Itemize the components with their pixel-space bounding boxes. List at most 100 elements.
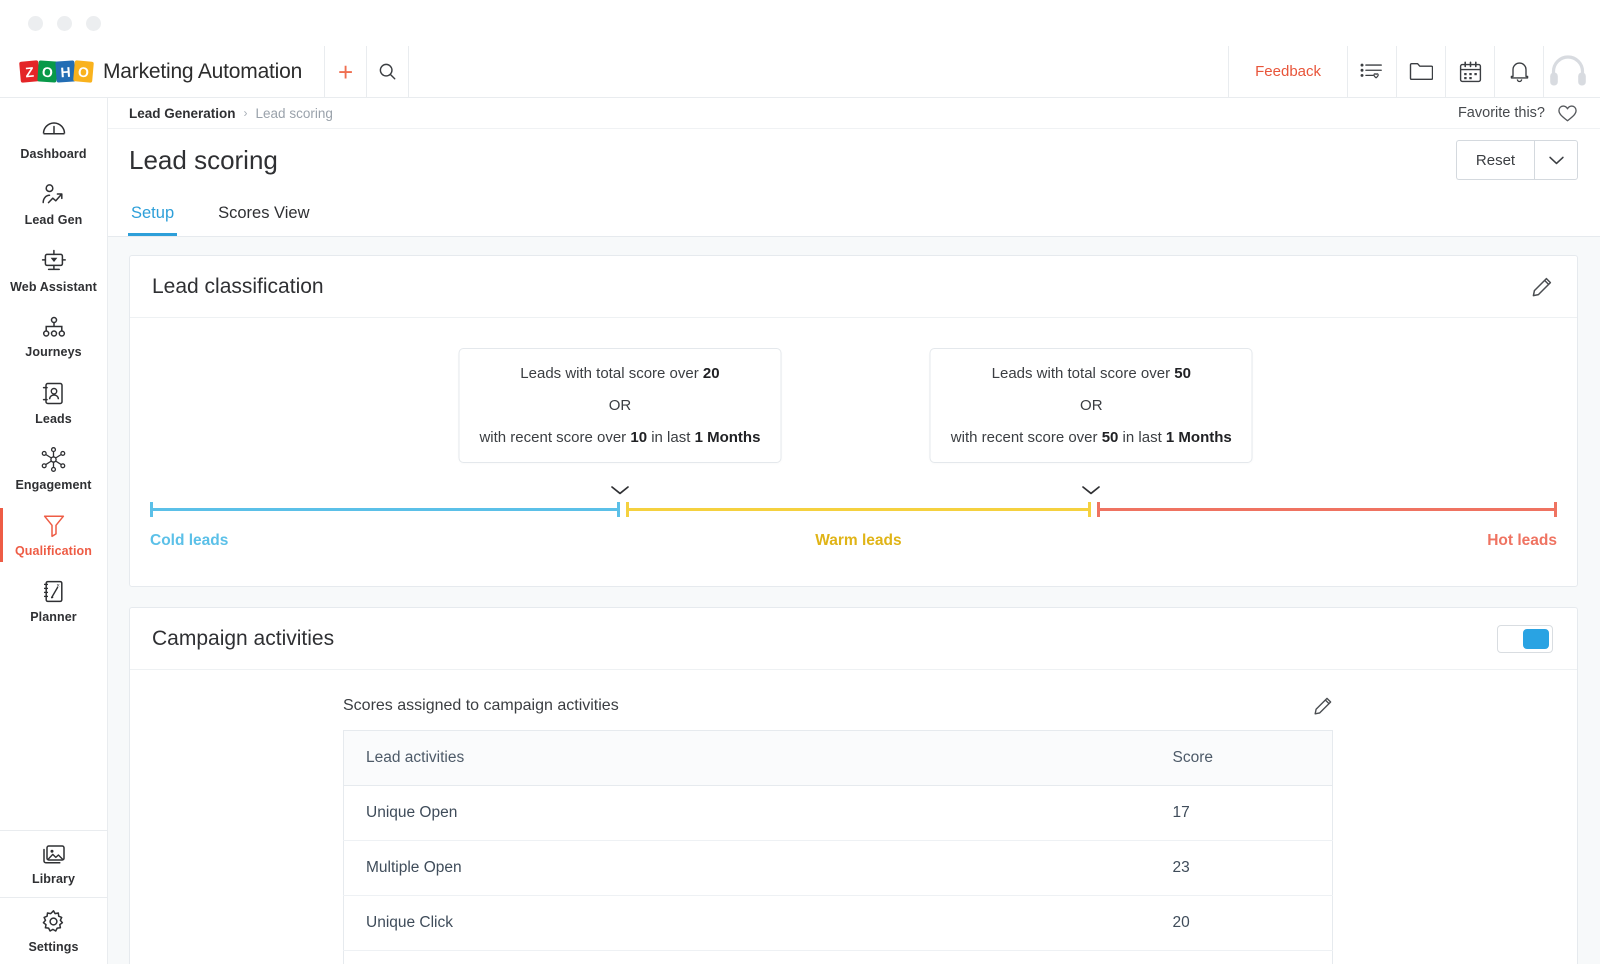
sidebar-item-journeys[interactable]: Journeys: [0, 304, 107, 370]
table-row[interactable]: Multiple Click25: [344, 951, 1333, 964]
sidebar-item-web-assistant[interactable]: Web Assistant: [0, 238, 107, 304]
sidebar-item-dashboard[interactable]: Dashboard: [0, 106, 107, 172]
headset-avatar-icon: [1548, 55, 1588, 89]
notifications-button[interactable]: [1495, 46, 1543, 98]
scale-segment-cold[interactable]: [150, 508, 620, 511]
gauge-icon: [41, 117, 67, 141]
campaign-activities-title: Campaign activities: [152, 627, 334, 651]
sidebar-primary-items: Dashboard Lead Gen: [0, 98, 107, 634]
reset-dropdown-button[interactable]: [1534, 140, 1578, 180]
sidebar-item-lead-gen[interactable]: Lead Gen: [0, 172, 107, 238]
tab-setup[interactable]: Setup: [129, 191, 176, 236]
window-close-dot[interactable]: [28, 16, 43, 31]
column-header-score: Score: [1151, 731, 1333, 786]
brand[interactable]: Z O H O Marketing Automation: [0, 60, 302, 84]
scores-subtitle: Scores assigned to campaign activities: [343, 697, 619, 715]
scale-labels: Cold leads Warm leads Hot leads: [150, 532, 1557, 554]
product-name: Marketing Automation: [103, 60, 302, 84]
bubble-line-total: Leads with total score over 50: [992, 365, 1191, 382]
edit-campaign-scores-button[interactable]: [1313, 696, 1333, 716]
cell-activity: Multiple Open: [344, 841, 1151, 896]
network-node-icon: [40, 447, 67, 472]
sidebar-item-planner[interactable]: × Planner: [0, 568, 107, 634]
tabs: Setup Scores View: [108, 191, 1600, 237]
search-button[interactable]: [367, 46, 408, 98]
pencil-icon: [1531, 276, 1553, 298]
folder-icon: [1409, 61, 1433, 82]
contact-card-icon: [42, 381, 66, 406]
scale-label-hot: Hot leads: [1487, 532, 1557, 550]
bubble-line-or: OR: [609, 397, 632, 414]
header-actions: Feedback: [1228, 46, 1600, 98]
sidebar-label: Settings: [28, 940, 78, 954]
cell-activity: Unique Open: [344, 786, 1151, 841]
saved-lists-button[interactable]: [1348, 46, 1396, 98]
tab-scores-view[interactable]: Scores View: [216, 191, 311, 236]
user-avatar-button[interactable]: [1544, 46, 1600, 98]
pencil-icon: [1313, 696, 1333, 716]
app-header: Z O H O Marketing Automation + Feedback: [0, 46, 1600, 98]
cell-activity: Multiple Click: [344, 951, 1151, 964]
threshold-bubbles: Leads with total score over 20 OR with r…: [150, 348, 1557, 480]
body: Dashboard Lead Gen: [0, 98, 1600, 964]
table-head: Lead activities Score: [344, 731, 1333, 786]
sidebar-label: Web Assistant: [10, 280, 97, 294]
breadcrumb: Lead Generation › Lead scoring Favorite …: [108, 98, 1600, 129]
plus-icon: +: [338, 59, 353, 85]
images-icon: [41, 843, 67, 866]
feedback-button[interactable]: Feedback: [1229, 46, 1347, 98]
threshold-bubble-warm[interactable]: Leads with total score over 20 OR with r…: [458, 348, 781, 463]
campaign-activities-body: Scores assigned to campaign activities L…: [130, 670, 1577, 964]
sidebar-item-engagement[interactable]: Engagement: [0, 436, 107, 502]
gear-icon: [41, 909, 66, 934]
funnel-icon: [42, 513, 66, 538]
table-row[interactable]: Multiple Open23: [344, 841, 1333, 896]
bubble-line-total: Leads with total score over 20: [520, 365, 719, 382]
scroll-area[interactable]: Lead classification Leads with total sco…: [108, 237, 1600, 964]
window-maximize-dot[interactable]: [86, 16, 101, 31]
window-minimize-dot[interactable]: [57, 16, 72, 31]
sidebar-item-qualification[interactable]: Qualification: [0, 502, 107, 568]
cell-score: 23: [1151, 841, 1333, 896]
cell-activity: Unique Click: [344, 896, 1151, 951]
main-content: Lead Generation › Lead scoring Favorite …: [108, 98, 1600, 964]
scores-subheader: Scores assigned to campaign activities: [343, 696, 1333, 716]
sidebar-secondary-items: Library Settings: [0, 830, 107, 964]
scale-segment-hot[interactable]: [1097, 508, 1557, 511]
table-body: Unique Open17Multiple Open23Unique Click…: [344, 786, 1333, 964]
favorite-label: Favorite this?: [1458, 105, 1545, 121]
edit-lead-classification-button[interactable]: [1531, 276, 1553, 298]
reset-button[interactable]: Reset: [1456, 140, 1534, 180]
header-divider-3: [408, 46, 409, 98]
sidebar-item-leads[interactable]: Leads: [0, 370, 107, 436]
sidebar-item-settings[interactable]: Settings: [0, 898, 107, 964]
add-button[interactable]: +: [325, 46, 366, 98]
toggle-knob: [1523, 629, 1549, 649]
sidebar-item-library[interactable]: Library: [0, 831, 107, 897]
threshold-bubble-hot[interactable]: Leads with total score over 50 OR with r…: [930, 348, 1253, 463]
files-button[interactable]: [1397, 46, 1445, 98]
table-row[interactable]: Unique Click20: [344, 896, 1333, 951]
campaign-activities-card: Campaign activities Scores assigned to c…: [129, 607, 1578, 964]
calendar-button[interactable]: [1446, 46, 1494, 98]
web-assistant-icon: [41, 249, 67, 274]
breadcrumb-separator-icon: ›: [244, 106, 248, 120]
scale-label-cold: Cold leads: [150, 532, 228, 550]
planner-icon: ×: [42, 579, 66, 604]
cell-score: 25: [1151, 951, 1333, 964]
svg-text:×: ×: [56, 583, 60, 589]
campaign-activities-header: Campaign activities: [130, 608, 1577, 670]
threshold-pointer-hot-icon: [1080, 484, 1102, 496]
page-title-row: Lead scoring Reset: [108, 129, 1600, 191]
table-row[interactable]: Unique Open17: [344, 786, 1333, 841]
breadcrumb-parent[interactable]: Lead Generation: [129, 106, 236, 121]
lead-score-scale[interactable]: [150, 498, 1557, 520]
lead-classification-body: Leads with total score over 20 OR with r…: [130, 318, 1577, 586]
favorite-this-button[interactable]: Favorite this?: [1458, 104, 1578, 123]
sidebar-label: Qualification: [15, 544, 92, 558]
page-actions: Reset: [1456, 140, 1578, 180]
campaign-activities-toggle[interactable]: [1497, 625, 1553, 653]
window-chrome: [0, 0, 1600, 46]
chevron-down-icon: [1548, 155, 1565, 166]
scale-segment-warm[interactable]: [626, 508, 1092, 511]
